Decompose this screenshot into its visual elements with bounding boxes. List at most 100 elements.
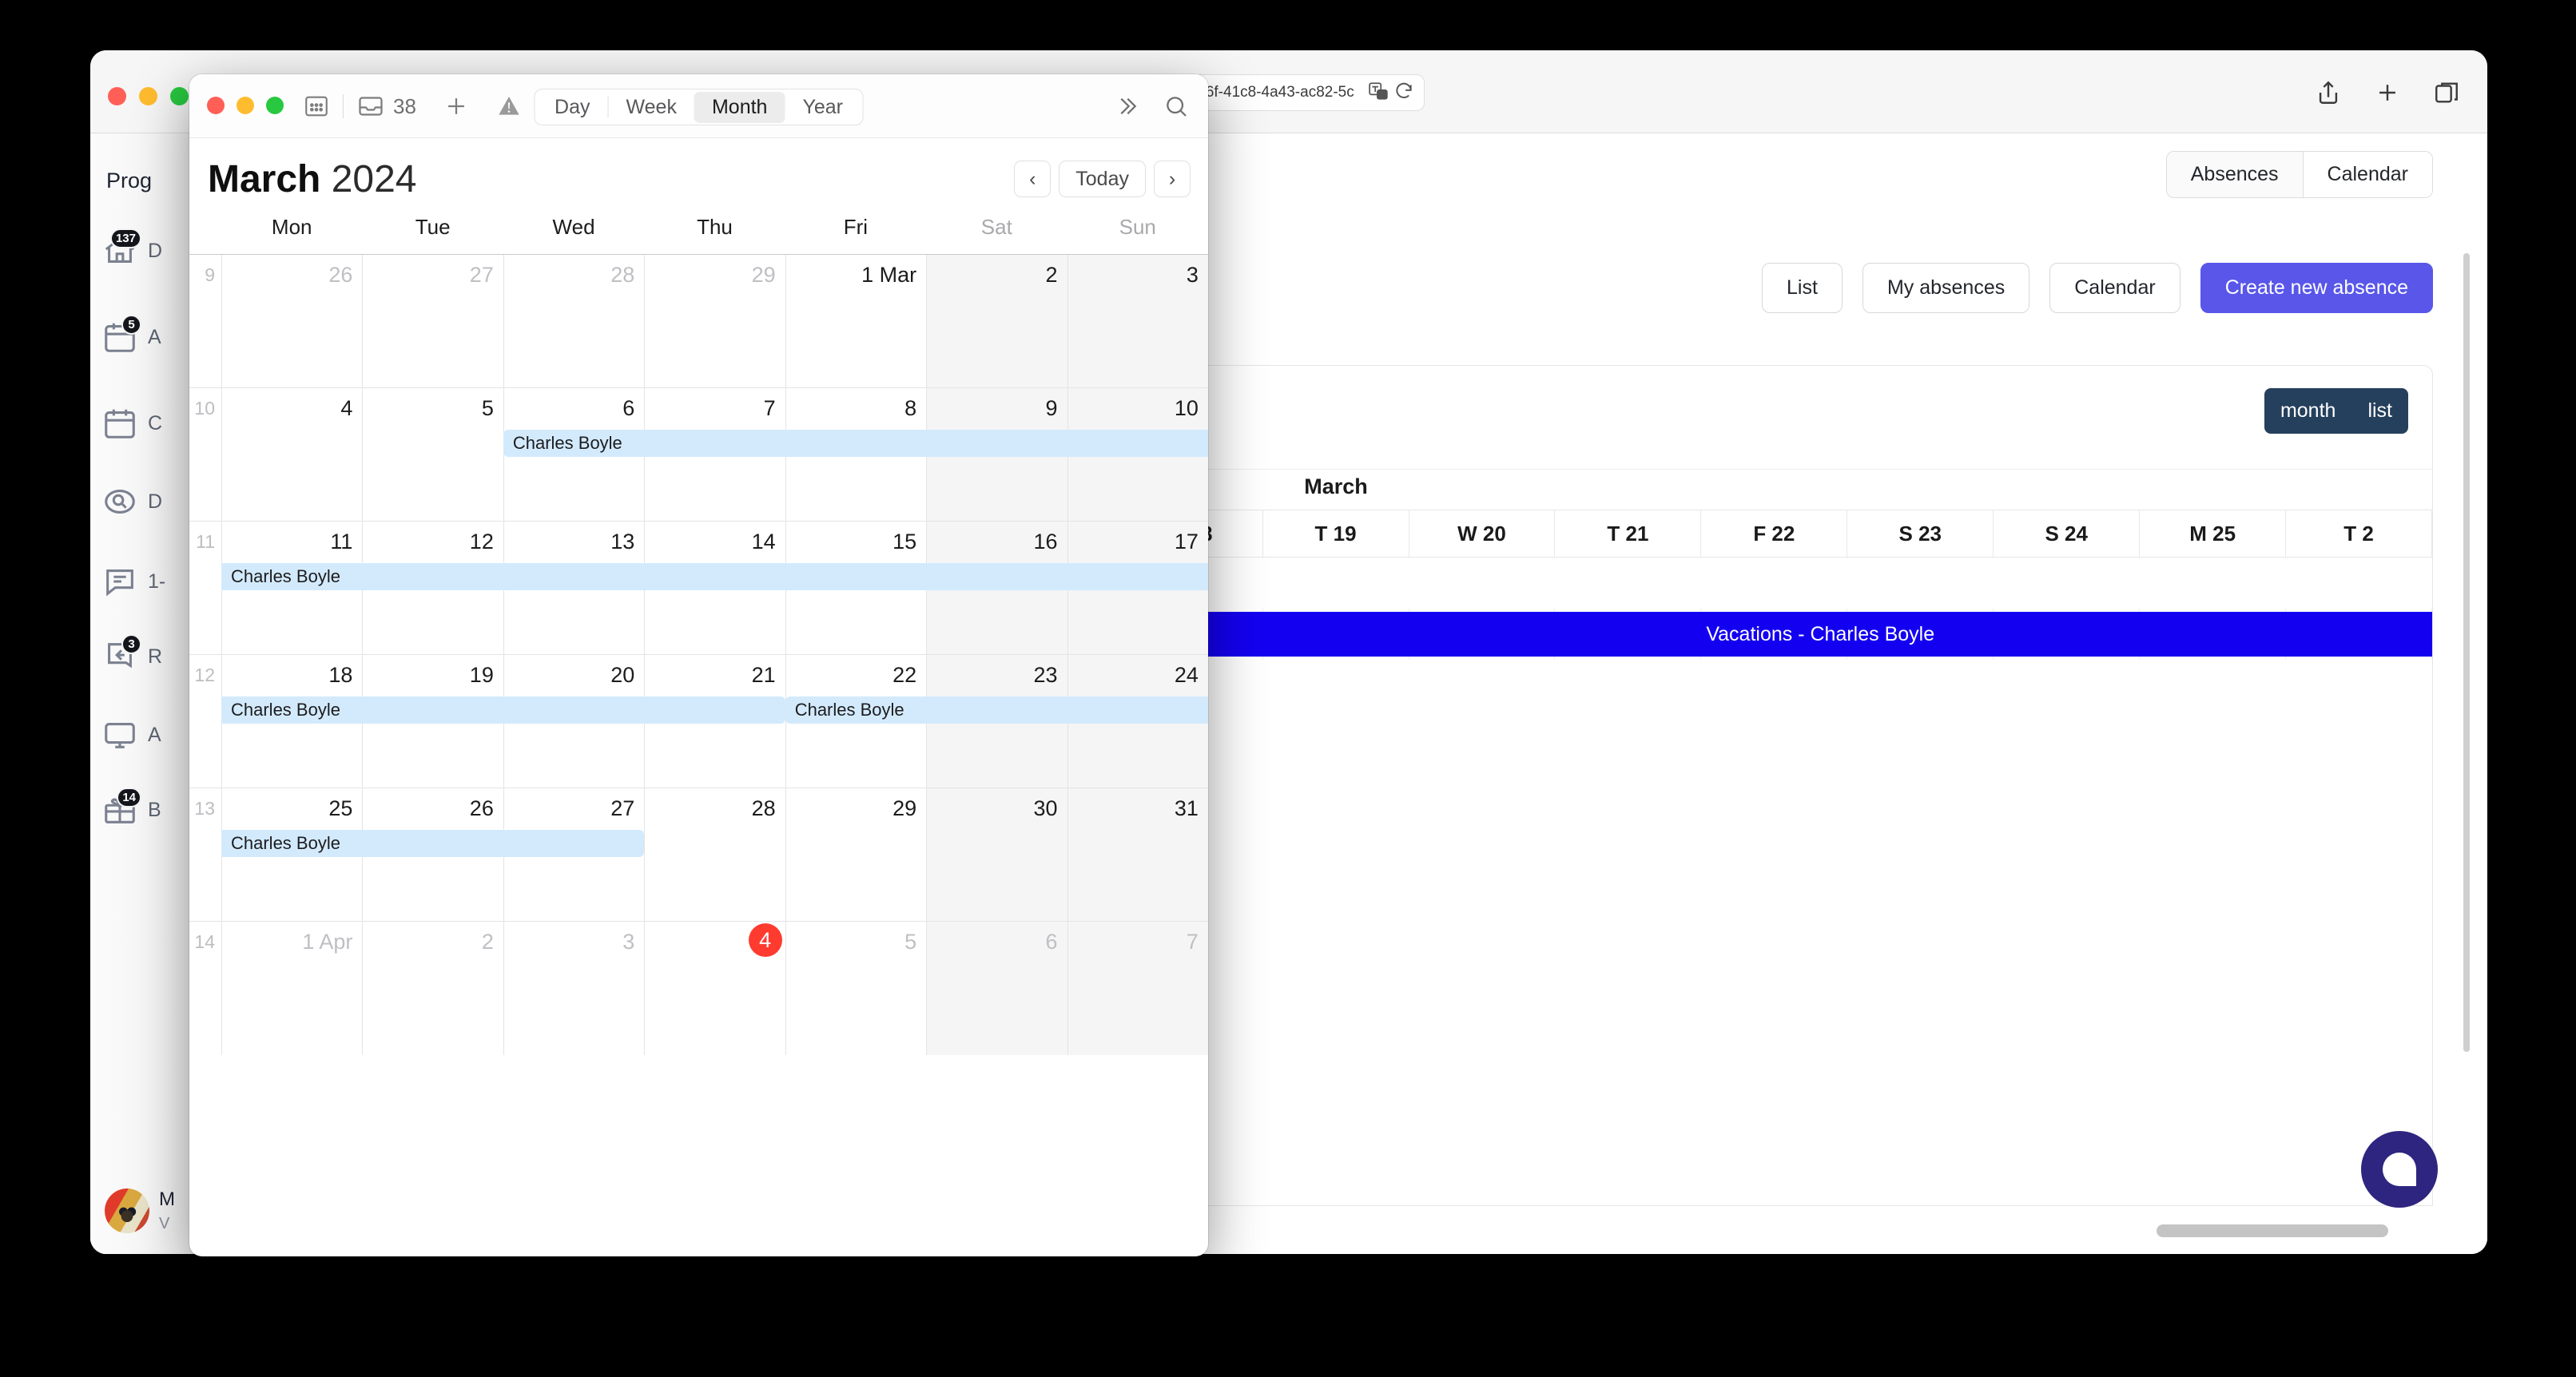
calendar-day-cell[interactable]: 3 (1067, 255, 1208, 387)
maximize-window-icon[interactable] (266, 97, 284, 114)
create-new-absence-button[interactable]: Create new absence (2200, 263, 2433, 313)
view-week[interactable]: Week (609, 92, 694, 123)
calendar-day-cell[interactable]: 4 (644, 922, 785, 1055)
profile-search-icon (101, 483, 138, 520)
day-number: 7 (1186, 930, 1199, 954)
vertical-scrollbar-thumb[interactable] (2463, 253, 2470, 1052)
calendar-day-cell[interactable]: 28 (644, 788, 785, 921)
day-number: 25 (328, 796, 353, 820)
minimize-window-icon[interactable] (139, 87, 157, 105)
alert-triangle-icon[interactable] (496, 93, 522, 119)
calendar-day-cell[interactable]: 28 (503, 255, 644, 387)
day-number: 5 (481, 396, 494, 420)
monitor-icon (101, 716, 138, 753)
calendar-day-cell[interactable]: 26 (221, 255, 362, 387)
timeline-view-toggle[interactable]: month list (2264, 388, 2408, 434)
calendar-event[interactable]: Charles Boyle (221, 830, 645, 857)
day-number: 10 (1174, 396, 1199, 420)
calendar-day-cell[interactable]: 1 Apr (221, 922, 362, 1055)
previous-month-button[interactable]: ‹ (1014, 161, 1051, 197)
calendar-weekday-label: Tue (415, 215, 451, 239)
calendar-day-cell[interactable]: 29 (644, 255, 785, 387)
calendar-traffic-lights[interactable] (207, 97, 284, 114)
day-number: 2 (481, 930, 494, 954)
view-day[interactable]: Day (537, 92, 607, 123)
view-year[interactable]: Year (785, 92, 861, 123)
my-absences-button[interactable]: My absences (1862, 263, 2030, 313)
browser-traffic-lights[interactable] (108, 87, 189, 105)
calendar-day-cell[interactable]: 7 (1067, 922, 1208, 1055)
maximize-window-icon[interactable] (170, 87, 189, 105)
list-button[interactable]: List (1762, 263, 1843, 313)
calendar-view-segmented-control[interactable]: Day Week Month Year (534, 89, 864, 125)
plus-icon[interactable] (443, 93, 470, 120)
calendar-day-cell[interactable]: 31 (1067, 788, 1208, 921)
day-number: 28 (751, 796, 776, 820)
day-number: 29 (751, 263, 776, 287)
timeline-day-column: W 20 (1409, 510, 1556, 557)
next-month-button[interactable]: › (1154, 161, 1191, 197)
day-number: 17 (1174, 530, 1199, 554)
reload-icon[interactable] (1393, 81, 1414, 105)
calendar-weekday-label: Sun (1119, 215, 1156, 239)
close-window-icon[interactable] (207, 97, 225, 114)
feedback-icon: 3 (101, 634, 141, 675)
sidebar-user-profile[interactable]: M V (105, 1189, 175, 1233)
sidebar-item-label: R (148, 645, 163, 668)
vertical-scrollbar[interactable] (2463, 253, 2475, 1158)
calendar-day-cell[interactable]: 5 (785, 922, 926, 1055)
timeline-toggle-list[interactable]: list (2351, 388, 2408, 434)
calendar-event[interactable]: Charles Boyle (221, 563, 1208, 590)
translate-icon[interactable] (1368, 81, 1389, 105)
calendar-month-name: March (208, 158, 321, 200)
week-number: 10 (194, 398, 215, 419)
minimize-window-icon[interactable] (237, 97, 254, 114)
calendar-day-cell[interactable]: 29 (785, 788, 926, 921)
chevron-double-right-icon[interactable] (1114, 93, 1139, 123)
calendar-day-cell[interactable]: 2 (926, 255, 1067, 387)
day-number: 6 (622, 396, 635, 420)
today-button[interactable]: Today (1059, 161, 1146, 197)
day-number: 13 (610, 530, 635, 554)
day-number: 26 (328, 263, 353, 287)
share-icon[interactable] (2315, 79, 2342, 106)
calendar-day-cell[interactable]: 2 (362, 922, 503, 1055)
calendar-week-row: 12 18 19 20 21 22 23 24 Charles Boyle Charles Boy… (189, 655, 1208, 788)
day-number: 6 (1045, 930, 1058, 954)
calendar-event[interactable]: Charles Boyle (221, 696, 785, 724)
sidebar-toggle-icon[interactable] (303, 93, 330, 120)
calendar-day-cell[interactable]: 5 (362, 388, 503, 521)
calendar-button[interactable]: Calendar (2049, 263, 2180, 313)
view-month[interactable]: Month (694, 91, 785, 123)
close-window-icon[interactable] (108, 87, 126, 105)
week-number: 13 (194, 798, 215, 819)
calendar-week-row: 9 26 27 28 29 1 Mar 2 3 (189, 255, 1208, 388)
absences-calendar-toggle[interactable]: Absences Calendar (2165, 151, 2433, 198)
calendar-toolbar: 38 Day Week Month Year (189, 74, 1208, 138)
gift-icon: 14 (101, 788, 141, 828)
calendar-day-cell[interactable]: 27 (362, 255, 503, 387)
day-number: 11 (330, 530, 353, 554)
chat-support-button[interactable] (2361, 1131, 2438, 1208)
calendar-day-cell[interactable]: 3 (503, 922, 644, 1055)
timeline-absence-bar[interactable]: Vacations - Charles Boyle (1701, 612, 2432, 657)
calendar-day-cell[interactable]: 6 (926, 922, 1067, 1055)
horizontal-scrollbar-thumb[interactable] (2157, 1224, 2388, 1237)
tab-calendar[interactable]: Calendar (2303, 152, 2432, 197)
calendar-event[interactable]: Charles Boyle (503, 430, 1208, 457)
day-number: 19 (469, 663, 494, 687)
calendar-day-cell[interactable]: 4 (221, 388, 362, 521)
inbox-icon[interactable] (356, 92, 385, 121)
sidebar-item-label: 1- (148, 569, 166, 593)
calendar-year: 2024 (331, 158, 417, 200)
tab-overview-icon[interactable] (2433, 79, 2460, 106)
search-icon[interactable] (1163, 93, 1189, 123)
calendar-weekday-label: Wed (552, 215, 595, 239)
calendar-day-cell[interactable]: 1 Mar (785, 255, 926, 387)
new-tab-icon[interactable] (2374, 79, 2401, 106)
calendar-day-cell[interactable]: 30 (926, 788, 1067, 921)
tab-absences[interactable]: Absences (2166, 152, 2304, 197)
user-role: V (159, 1215, 170, 1232)
timeline-toggle-month[interactable]: month (2264, 388, 2351, 434)
calendar-event[interactable]: Charles Boyle (785, 696, 1208, 724)
